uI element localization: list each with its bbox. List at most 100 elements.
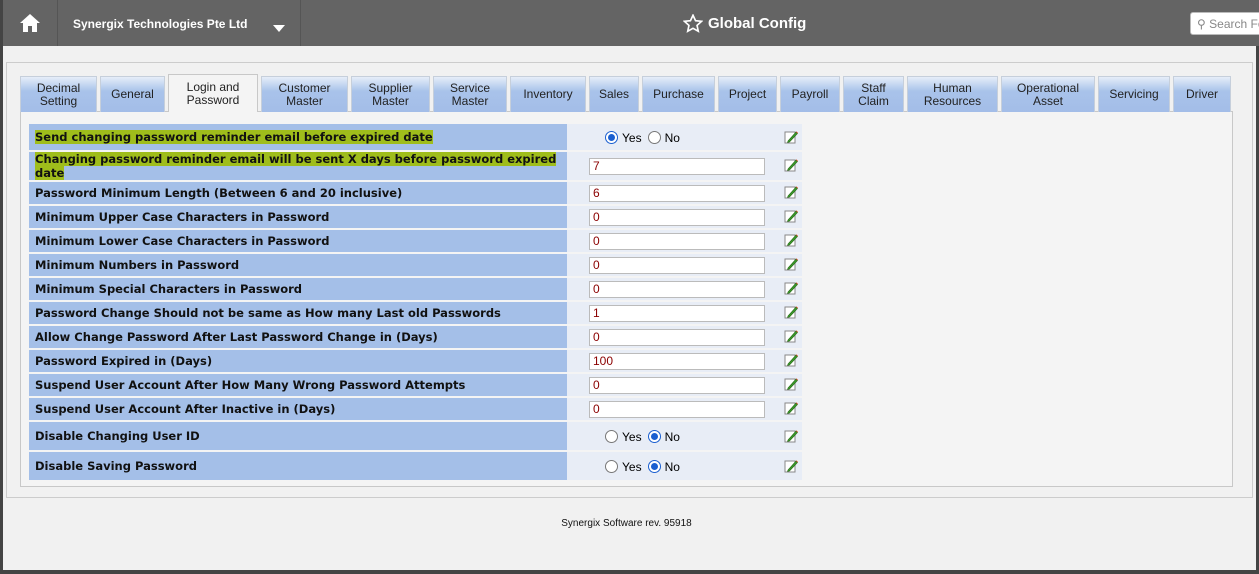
setting-label: Password Change Should not be same as Ho… [29,302,567,324]
tab-staff-claim[interactable]: Staff Claim [843,76,904,112]
radio-yes-label: Yes [622,429,642,444]
edit-icon[interactable] [784,353,798,367]
radio-yes[interactable] [605,429,618,443]
tab-service-master[interactable]: Service Master [433,76,507,112]
tab-purchase[interactable]: Purchase [642,76,715,112]
setting-value [567,398,802,420]
tab-supplier-master[interactable]: Supplier Master [351,76,430,112]
setting-value: Yes No [567,452,802,480]
star-icon[interactable] [683,14,703,33]
setting-input[interactable] [589,328,765,346]
setting-value [567,254,802,276]
setting-input[interactable] [589,400,765,418]
setting-label-text: Password Change Should not be same as Ho… [35,306,501,320]
radio-yes[interactable] [605,130,618,144]
tab-bar: Decimal Setting General Login and Password… [20,74,1231,112]
setting-input[interactable] [589,280,765,298]
edit-icon[interactable] [784,377,798,391]
edit-icon[interactable] [784,281,798,295]
setting-value: Yes No [567,422,802,450]
setting-label: Minimum Numbers in Password [29,254,567,276]
radio-no[interactable] [647,429,661,443]
edit-icon[interactable] [784,185,798,199]
settings-table: Send changing password reminder email be… [29,122,802,482]
top-header: Synergix Technologies Pte Ltd Global Con… [3,0,1259,46]
setting-value [567,326,802,348]
setting-value [567,374,802,396]
title-text: Global Config [708,15,807,32]
setting-input[interactable] [589,208,765,226]
setting-label-text: Changing password reminder email will be… [35,152,557,180]
setting-row: Disable Changing User ID Yes No [29,422,802,450]
setting-label-text: Minimum Numbers in Password [35,258,240,272]
edit-icon[interactable] [784,401,798,415]
radio-yes-label: Yes [622,130,642,145]
bottom-bar [3,570,1259,574]
setting-label: Suspend User Account After How Many Wron… [29,374,567,396]
setting-row: Minimum Special Characters in Password [29,278,802,300]
setting-label-text: Suspend User Account After Inactive in (… [35,402,336,416]
setting-input[interactable] [589,304,765,322]
search-placeholder: Search Fo [1209,17,1259,31]
setting-input[interactable] [589,157,765,175]
radio-yes[interactable] [605,459,618,473]
setting-row: Password Change Should not be same as Ho… [29,302,802,324]
edit-icon[interactable] [784,130,798,144]
setting-input[interactable] [589,184,765,202]
tab-servicing[interactable]: Servicing [1098,76,1170,112]
setting-value [567,350,802,372]
setting-label-text: Minimum Special Characters in Password [35,282,303,296]
tab-payroll[interactable]: Payroll [780,76,840,112]
chevron-down-icon[interactable] [273,25,285,32]
setting-input[interactable] [589,376,765,394]
setting-label: Disable Saving Password [29,452,567,480]
footer-version: Synergix Software rev. 95918 [561,518,692,529]
setting-label: Suspend User Account After Inactive in (… [29,398,567,420]
setting-label-text: Minimum Lower Case Characters in Passwor… [35,234,330,248]
setting-label: Changing password reminder email will be… [29,152,567,180]
setting-label-text: Password Expired in (Days) [35,354,213,368]
page-title: Global Config [683,14,806,33]
search-input[interactable]: ⚲ Search Fo [1190,12,1259,35]
setting-value [567,230,802,252]
edit-icon[interactable] [784,233,798,247]
tab-customer-master[interactable]: Customer Master [261,76,348,112]
setting-input[interactable] [589,232,765,250]
setting-input[interactable] [589,256,765,274]
edit-icon[interactable] [784,459,798,473]
setting-label-text: Disable Changing User ID [35,429,200,443]
radio-no[interactable] [647,459,661,473]
tab-operational-asset[interactable]: Operational Asset [1001,76,1095,112]
company-selector[interactable]: Synergix Technologies Pte Ltd [58,0,301,46]
tab-sales[interactable]: Sales [589,76,639,112]
setting-row: Suspend User Account After How Many Wron… [29,374,802,396]
edit-icon[interactable] [784,158,798,172]
radio-no[interactable] [647,130,661,144]
home-button[interactable] [3,0,58,46]
radio-no-label: No [664,429,680,444]
tab-inventory[interactable]: Inventory [510,76,586,112]
radio-yes-label: Yes [622,459,642,474]
tab-human-resources[interactable]: Human Resources [907,76,998,112]
setting-row: Changing password reminder email will be… [29,152,802,180]
search-icon: ⚲ [1197,17,1206,31]
setting-value [567,278,802,300]
setting-label-text: Password Minimum Length (Between 6 and 2… [35,186,403,200]
tab-general[interactable]: General [100,76,165,112]
tab-driver[interactable]: Driver [1173,76,1231,112]
setting-value [567,182,802,204]
setting-label-text: Suspend User Account After How Many Wron… [35,378,466,392]
setting-row: Suspend User Account After Inactive in (… [29,398,802,420]
edit-icon[interactable] [784,329,798,343]
edit-icon[interactable] [784,429,798,443]
setting-input[interactable] [589,352,765,370]
tab-project[interactable]: Project [718,76,777,112]
setting-value [567,152,802,180]
tab-decimal-setting[interactable]: Decimal Setting [20,76,97,112]
edit-icon[interactable] [784,209,798,223]
edit-icon[interactable] [784,257,798,271]
edit-icon[interactable] [784,305,798,319]
tab-login-and-password[interactable]: Login and Password [168,74,258,112]
setting-label: Password Expired in (Days) [29,350,567,372]
setting-row: Send changing password reminder email be… [29,124,802,150]
